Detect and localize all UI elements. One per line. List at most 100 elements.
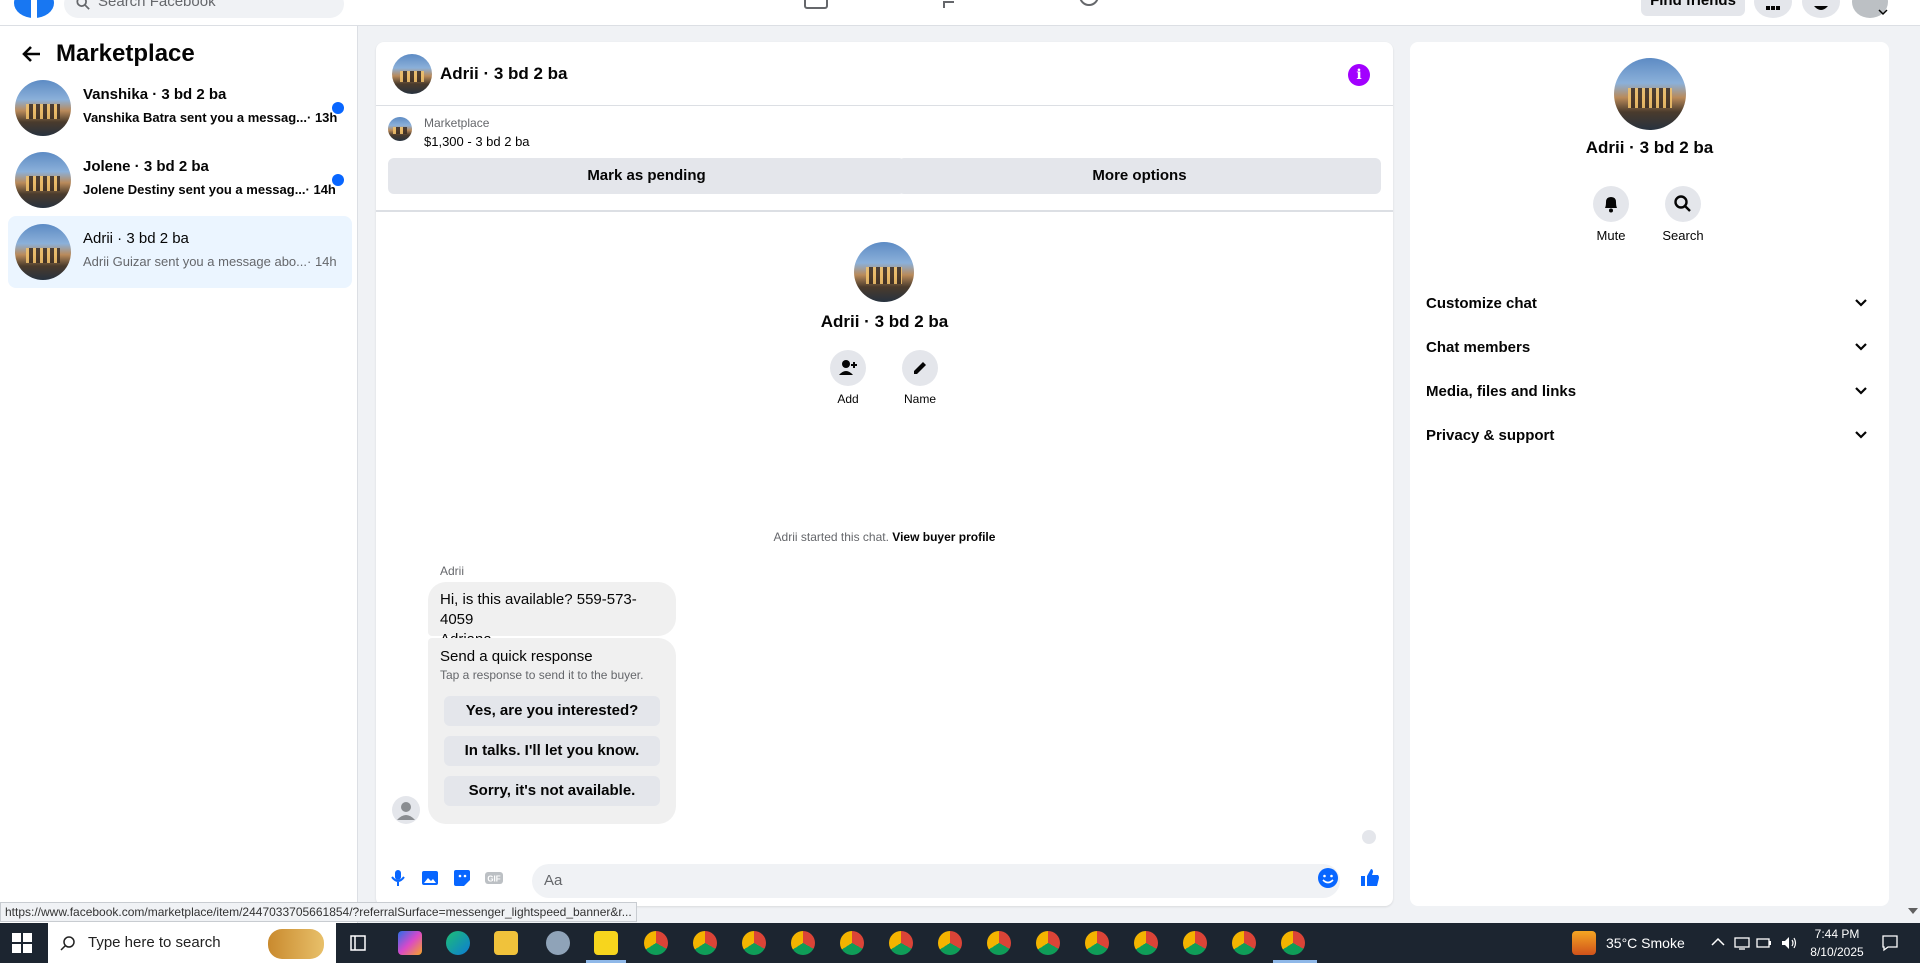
chrome-icon[interactable] — [791, 931, 815, 955]
marketplace-nav-icon[interactable] — [803, 0, 829, 10]
search-highlight-lion-image — [268, 929, 324, 959]
sender-name: Adrii — [440, 564, 465, 578]
chrome-icon[interactable] — [1232, 931, 1256, 955]
quick-response-interested[interactable]: Yes, are you interested? — [444, 696, 660, 726]
conversation-item-jolene[interactable]: Jolene · 3 bd 2 ba Jolene Destiny sent y… — [8, 144, 352, 216]
copilot-icon[interactable] — [398, 931, 422, 955]
photo-icon[interactable] — [418, 866, 442, 890]
chevron-down-icon[interactable] — [1878, 8, 1888, 16]
volume-icon[interactable] — [1780, 935, 1798, 951]
chrome-icon[interactable] — [644, 931, 668, 955]
file-explorer-icon[interactable] — [494, 931, 518, 955]
unread-indicator — [332, 174, 344, 186]
microphone-icon[interactable] — [386, 866, 410, 890]
search-icon — [76, 0, 90, 10]
emoji-icon[interactable] — [1316, 866, 1340, 890]
quick-response-title: Send a quick response — [440, 648, 593, 665]
facebook-search-input[interactable]: Search Facebook — [64, 0, 344, 18]
search-icon — [1674, 195, 1691, 212]
scroll-down-arrow-icon[interactable] — [1908, 908, 1918, 914]
search-icon — [60, 936, 75, 951]
back-arrow-icon[interactable] — [20, 42, 44, 66]
profile-avatar — [854, 242, 914, 302]
chrome-icon[interactable] — [938, 931, 962, 955]
view-buyer-profile-link[interactable]: View buyer profile — [892, 530, 995, 544]
chevron-down-icon — [1855, 343, 1867, 351]
search-placeholder: Search Facebook — [98, 0, 216, 10]
mute-label: Mute — [1596, 228, 1626, 243]
notifications-bell-icon[interactable] — [1802, 0, 1840, 18]
quick-response-not-available[interactable]: Sorry, it's not available. — [444, 776, 660, 806]
media-files-links-section[interactable]: Media, files and links — [1426, 370, 1882, 414]
chrome-icon[interactable] — [693, 931, 717, 955]
edit-name-button[interactable]: Name — [890, 350, 950, 406]
weather-icon[interactable] — [1572, 931, 1596, 955]
chrome-icon[interactable] — [1183, 931, 1207, 955]
edge-browser-icon[interactable] — [446, 931, 470, 955]
chrome-icon[interactable] — [840, 931, 864, 955]
add-people-button[interactable]: Add — [818, 350, 878, 406]
chat-title[interactable]: Adrii · 3 bd 2 ba — [440, 64, 568, 84]
notification-center-icon[interactable] — [1880, 933, 1900, 953]
conversation-item-adrii[interactable]: Adrii · 3 bd 2 ba Adrii Guizar sent you … — [8, 216, 352, 288]
mute-button[interactable]: Mute — [1581, 186, 1641, 243]
sender-avatar — [392, 796, 420, 824]
chevron-up-icon[interactable] — [1711, 937, 1725, 947]
search-in-conversation-button[interactable]: Search — [1653, 186, 1713, 243]
conversation-preview: Jolene Destiny sent you a messag...· 14h — [83, 182, 336, 197]
bell-icon — [1605, 197, 1617, 213]
weather-text[interactable]: 35°C Smoke — [1606, 923, 1685, 963]
listing-thumbnail — [15, 80, 71, 136]
chrome-icon[interactable] — [987, 931, 1011, 955]
gif-icon[interactable]: GIF — [482, 866, 506, 890]
chrome-icon[interactable] — [1085, 931, 1109, 955]
groups-nav-icon[interactable] — [940, 0, 966, 10]
sticker-icon[interactable] — [450, 866, 474, 890]
network-icon[interactable] — [1734, 935, 1750, 951]
chrome-icon[interactable] — [1134, 931, 1158, 955]
chat-window: Adrii · 3 bd 2 ba i Marketplace $1,300 -… — [376, 42, 1393, 906]
add-label: Add — [837, 392, 859, 406]
chevron-down-icon — [1855, 387, 1867, 395]
chevron-down-icon — [1855, 431, 1867, 439]
taskbar-clock[interactable]: 7:44 PM 8/10/2025 — [1802, 925, 1872, 961]
app-icon[interactable] — [546, 931, 570, 955]
battery-icon[interactable] — [1756, 935, 1772, 951]
listing-price[interactable]: $1,300 - 3 bd 2 ba — [424, 134, 530, 149]
quick-response-in-talks[interactable]: In talks. I'll let you know. — [444, 736, 660, 766]
chrome-icon[interactable] — [889, 931, 913, 955]
privacy-support-section[interactable]: Privacy & support — [1426, 414, 1882, 458]
chat-header: Adrii · 3 bd 2 ba i — [376, 42, 1393, 106]
chrome-icon[interactable] — [1036, 931, 1060, 955]
listing-source: Marketplace — [424, 116, 490, 130]
conversation-preview: Vanshika Batra sent you a messag...· 13h — [83, 110, 338, 125]
conversation-title: Adrii · 3 bd 2 ba — [83, 230, 189, 247]
listing-thumbnail — [15, 152, 71, 208]
menu-grid-icon[interactable] — [1754, 0, 1792, 18]
find-friends-button[interactable]: Find friends — [1641, 0, 1745, 16]
gaming-nav-icon[interactable] — [1076, 0, 1102, 10]
like-thumbs-up-icon[interactable] — [1358, 866, 1382, 890]
taskbar-search-box[interactable]: Type here to search — [48, 923, 336, 963]
details-avatar — [1614, 58, 1686, 130]
chrome-icon[interactable] — [742, 931, 766, 955]
chat-avatar[interactable] — [392, 54, 432, 94]
windows-start-icon[interactable] — [12, 933, 32, 953]
task-view-icon[interactable] — [346, 931, 370, 955]
listing-thumbnail[interactable] — [388, 117, 412, 141]
sticky-notes-icon[interactable] — [594, 931, 618, 955]
add-person-icon — [839, 360, 857, 375]
mark-as-pending-button[interactable]: Mark as pending — [388, 158, 905, 194]
customize-chat-section[interactable]: Customize chat — [1426, 282, 1882, 326]
link-hover-status-url: https://www.facebook.com/marketplace/ite… — [0, 902, 637, 922]
windows-taskbar: Type here to search 35°C Smoke 7:44 PM 8… — [0, 923, 1920, 963]
conversation-item-vanshika[interactable]: Vanshika · 3 bd 2 ba Vanshika Batra sent… — [8, 72, 352, 144]
info-icon[interactable]: i — [1348, 64, 1370, 86]
chrome-icon[interactable] — [1281, 931, 1305, 955]
facebook-logo[interactable] — [14, 0, 54, 24]
listing-banner: Marketplace $1,300 - 3 bd 2 ba Mark as p… — [376, 106, 1393, 212]
message-input[interactable]: Aa — [532, 864, 1340, 898]
listing-thumbnail — [15, 224, 71, 280]
more-options-button[interactable]: More options — [898, 158, 1381, 194]
chat-members-section[interactable]: Chat members — [1426, 326, 1882, 370]
